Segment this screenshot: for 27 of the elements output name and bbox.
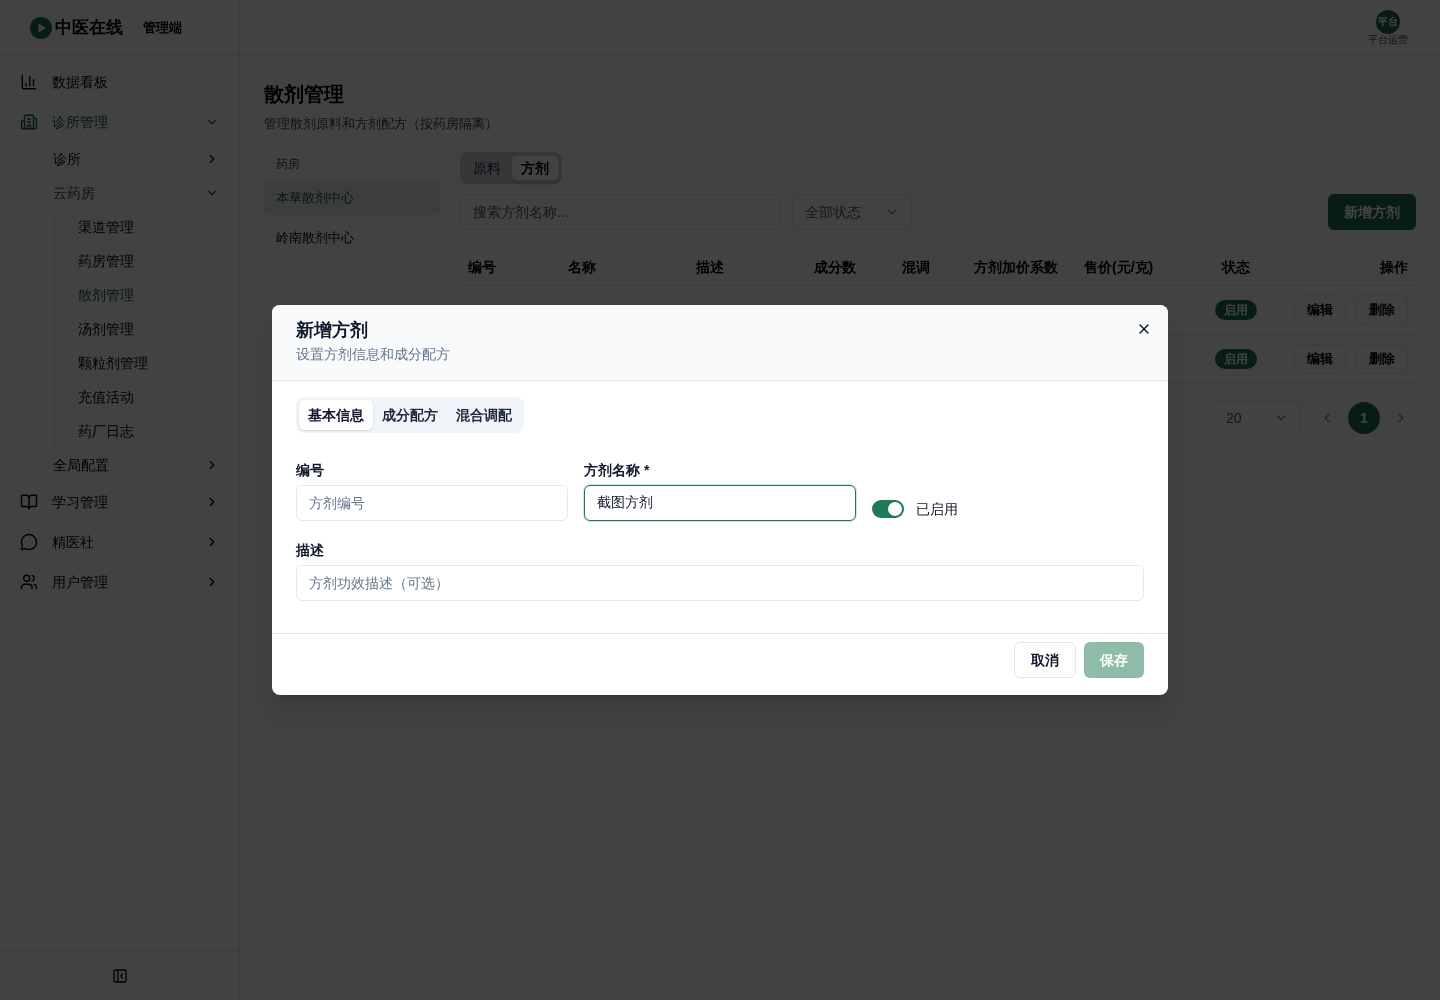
switch-label: 已启用	[916, 500, 958, 519]
column-header: 成分数	[814, 257, 856, 277]
required-mark: *	[644, 461, 650, 480]
dialog-subtitle: 设置方剂信息和成分配方	[296, 345, 451, 364]
portal-label: 管理端	[143, 18, 182, 37]
field-label: 描述	[296, 541, 324, 560]
column-header: 名称	[568, 257, 596, 277]
field-label: 编号	[296, 461, 324, 480]
cancel-button[interactable]: 取消	[1014, 642, 1076, 678]
text-input[interactable]: 截图方剂	[584, 485, 856, 521]
text-input[interactable]: 方剂功效描述（可选）	[296, 565, 1144, 601]
brand-name: 中医在线	[55, 16, 123, 39]
dialog-title: 新增方剂	[296, 319, 369, 342]
column-header: 售价(元/克)	[1084, 257, 1154, 277]
column-header: 编号	[468, 257, 496, 277]
column-header: 混调	[902, 257, 930, 277]
tab[interactable]: 基本信息	[299, 400, 373, 430]
column-header: 方剂加价系数	[974, 257, 1058, 277]
tab[interactable]: 成分配方	[373, 400, 447, 430]
field-label: 方剂名称	[584, 461, 640, 480]
tab[interactable]: 混合调配	[447, 400, 521, 430]
toggle-switch[interactable]	[872, 500, 904, 518]
column-header: 描述	[696, 257, 724, 277]
page-title: 散剂管理	[264, 82, 345, 107]
column-header: 操作	[1380, 257, 1408, 277]
text-input[interactable]: 方剂编号	[296, 485, 568, 521]
column-header: 状态	[1222, 257, 1250, 277]
